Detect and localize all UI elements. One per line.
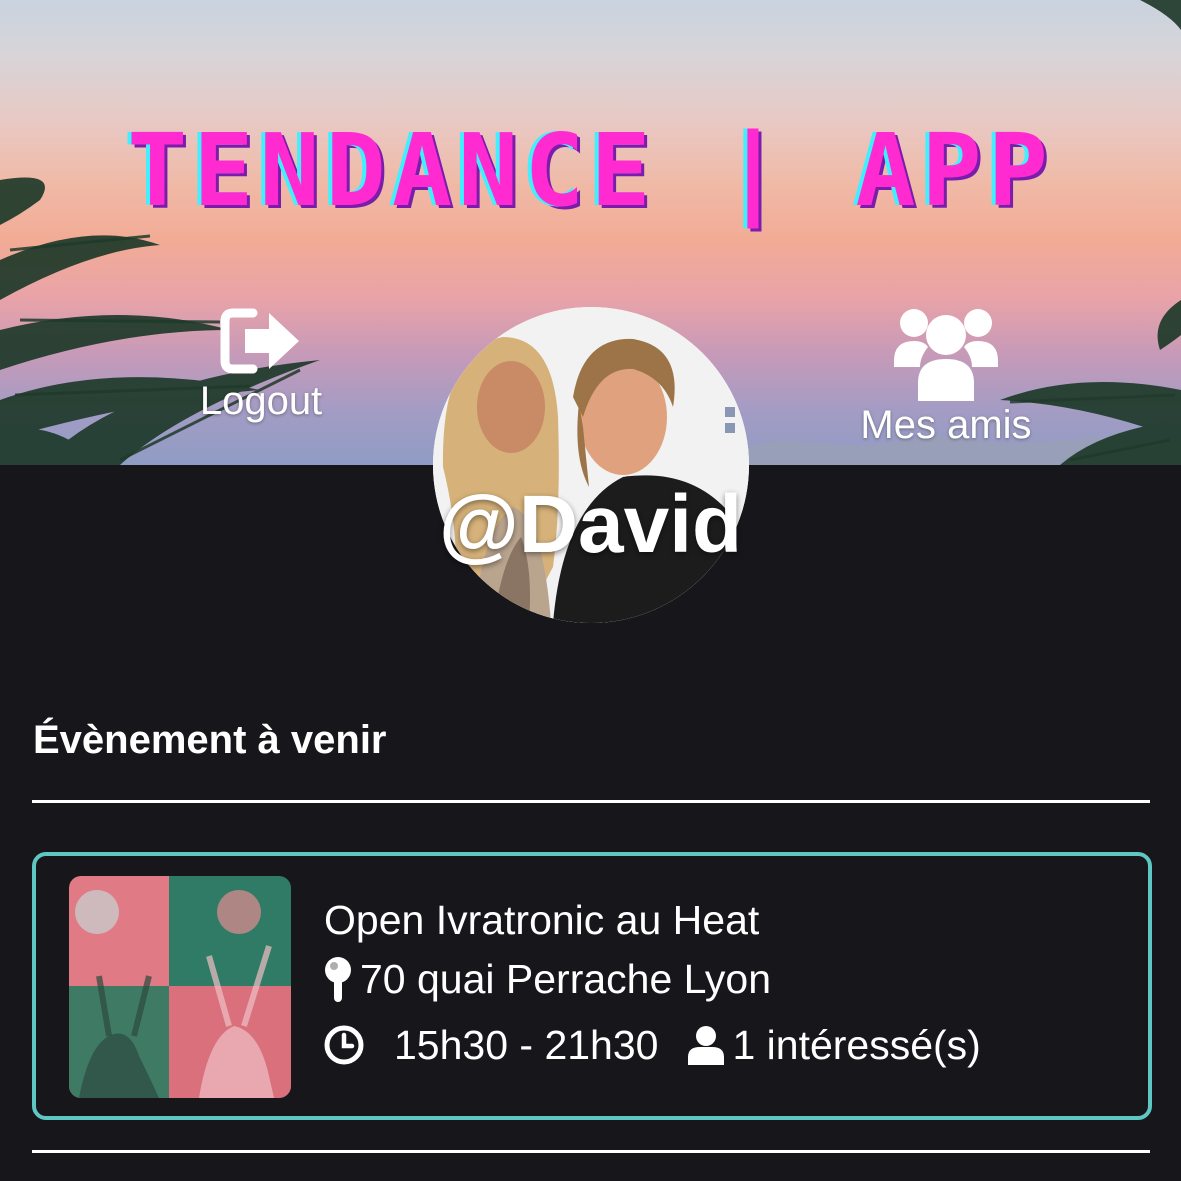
avatar[interactable] xyxy=(433,307,749,623)
avatar-photo xyxy=(433,307,749,623)
users-icon xyxy=(894,309,998,401)
map-pin-icon xyxy=(325,957,351,1002)
events-section-title: Évènement à venir xyxy=(33,718,387,762)
logout-label: Logout xyxy=(199,379,323,423)
logout-button[interactable]: Logout xyxy=(186,305,336,424)
event-time: 15h30 - 21h30 xyxy=(394,1021,659,1068)
profile-username: @David xyxy=(438,479,743,570)
section-divider-bottom xyxy=(32,1150,1150,1153)
section-divider xyxy=(32,800,1150,803)
event-card[interactable]: Open Ivratronic au Heat 70 quai Perrache… xyxy=(32,852,1152,1120)
profile-page: TENDANCE | APP Logout Mes amis @David Év… xyxy=(0,0,1181,1181)
app-title: TENDANCE | APP xyxy=(127,112,1054,229)
sign-out-icon xyxy=(220,308,299,374)
friends-button[interactable]: Mes amis xyxy=(846,305,1046,448)
event-info: Open Ivratronic au Heat 70 quai Perrache… xyxy=(324,894,1128,1078)
event-thumbnail xyxy=(69,876,291,1098)
event-meta-row: 15h30 - 21h30 1 intéressé(s) xyxy=(324,1012,1128,1078)
clock-icon xyxy=(324,1025,364,1065)
event-interested-count: 1 intéressé(s) xyxy=(732,1021,981,1068)
event-address: 70 quai Perrache Lyon xyxy=(360,955,772,1002)
event-address-row: 70 quai Perrache Lyon xyxy=(324,946,1128,1012)
friends-label: Mes amis xyxy=(860,403,1032,447)
user-icon xyxy=(688,1026,725,1065)
event-title: Open Ivratronic au Heat xyxy=(324,897,760,943)
